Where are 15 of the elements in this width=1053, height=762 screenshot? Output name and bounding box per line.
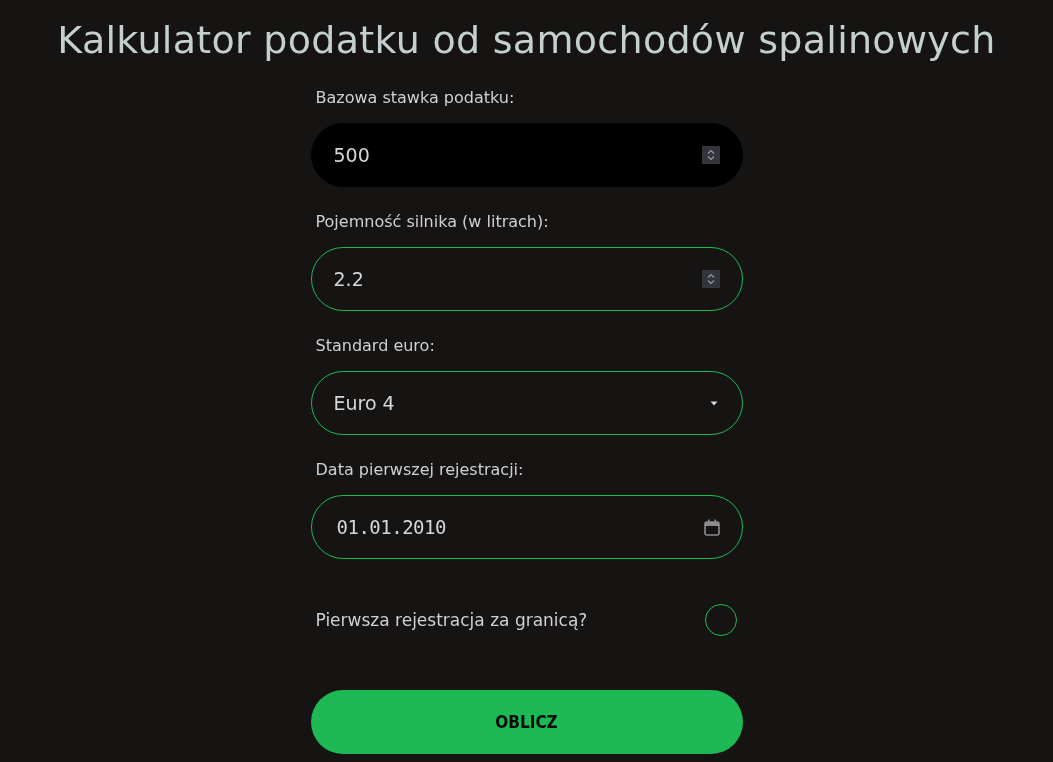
field-label: Data pierwszej rejestracji:: [315, 460, 524, 480]
spinner-icon[interactable]: [701, 270, 720, 288]
checkbox-label: Pierwsza rejestracja za granicą?: [315, 610, 588, 630]
calendar-icon[interactable]: [703, 518, 720, 536]
spinner-icon[interactable]: [701, 146, 720, 164]
calculate-button[interactable]: OBLICZ: [310, 690, 743, 754]
select-dropdown[interactable]: Euro 4: [310, 371, 743, 435]
field-label: Standard euro:: [315, 336, 435, 356]
number-field[interactable]: 2.2: [310, 247, 743, 311]
field-label: Bazowa stawka podatku:: [315, 88, 515, 108]
number-field[interactable]: 500: [310, 123, 743, 187]
date-field[interactable]: 01.01.2010: [310, 495, 743, 559]
dropdown-caret-icon[interactable]: [709, 400, 718, 406]
page-title: Kalkulator podatku od samochodów spalinowych: [56, 17, 997, 64]
field-label: Pojemność silnika (w litrach):: [315, 212, 549, 232]
